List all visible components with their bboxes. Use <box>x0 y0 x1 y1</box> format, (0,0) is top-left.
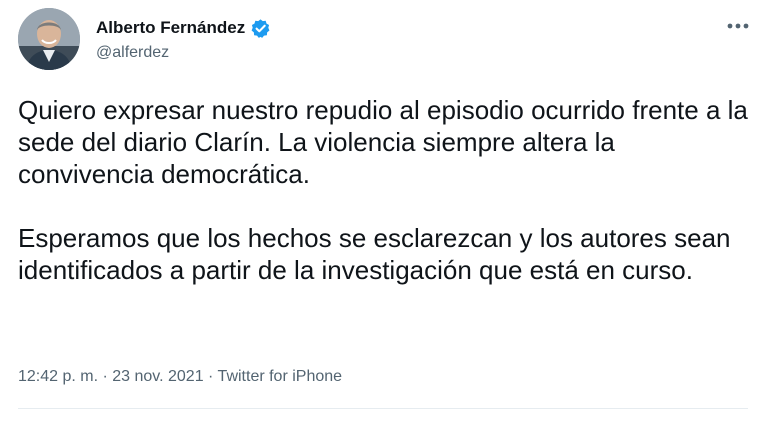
meta-separator: · <box>98 368 113 385</box>
author-avatar[interactable] <box>18 8 80 70</box>
tweet-source-link[interactable]: Twitter for iPhone <box>218 368 343 385</box>
tweet-time[interactable]: 12:42 p. m. <box>18 368 98 385</box>
more-options-button[interactable] <box>724 16 752 36</box>
divider <box>18 408 748 409</box>
author-display-name[interactable]: Alberto Fernández <box>96 18 245 38</box>
tweet-card: Alberto Fernández @alferdez Quiero expre… <box>0 0 768 423</box>
meta-separator: · <box>203 368 218 385</box>
author-name-row: Alberto Fernández <box>96 16 271 40</box>
tweet-text: Quiero expresar nuestro repudio al episo… <box>18 94 748 286</box>
author-handle[interactable]: @alferdez <box>96 44 169 62</box>
tweet-paragraph: Esperamos que los hechos se esclarezcan … <box>18 223 731 285</box>
verified-badge-icon <box>250 18 271 39</box>
avatar-photo-icon <box>18 8 80 70</box>
tweet-paragraph: Quiero expresar nuestro repudio al episo… <box>18 95 748 189</box>
tweet-metadata: 12:42 p. m. · 23 nov. 2021 · Twitter for… <box>18 368 342 386</box>
more-options-icon <box>727 23 749 29</box>
tweet-date[interactable]: 23 nov. 2021 <box>112 368 203 385</box>
